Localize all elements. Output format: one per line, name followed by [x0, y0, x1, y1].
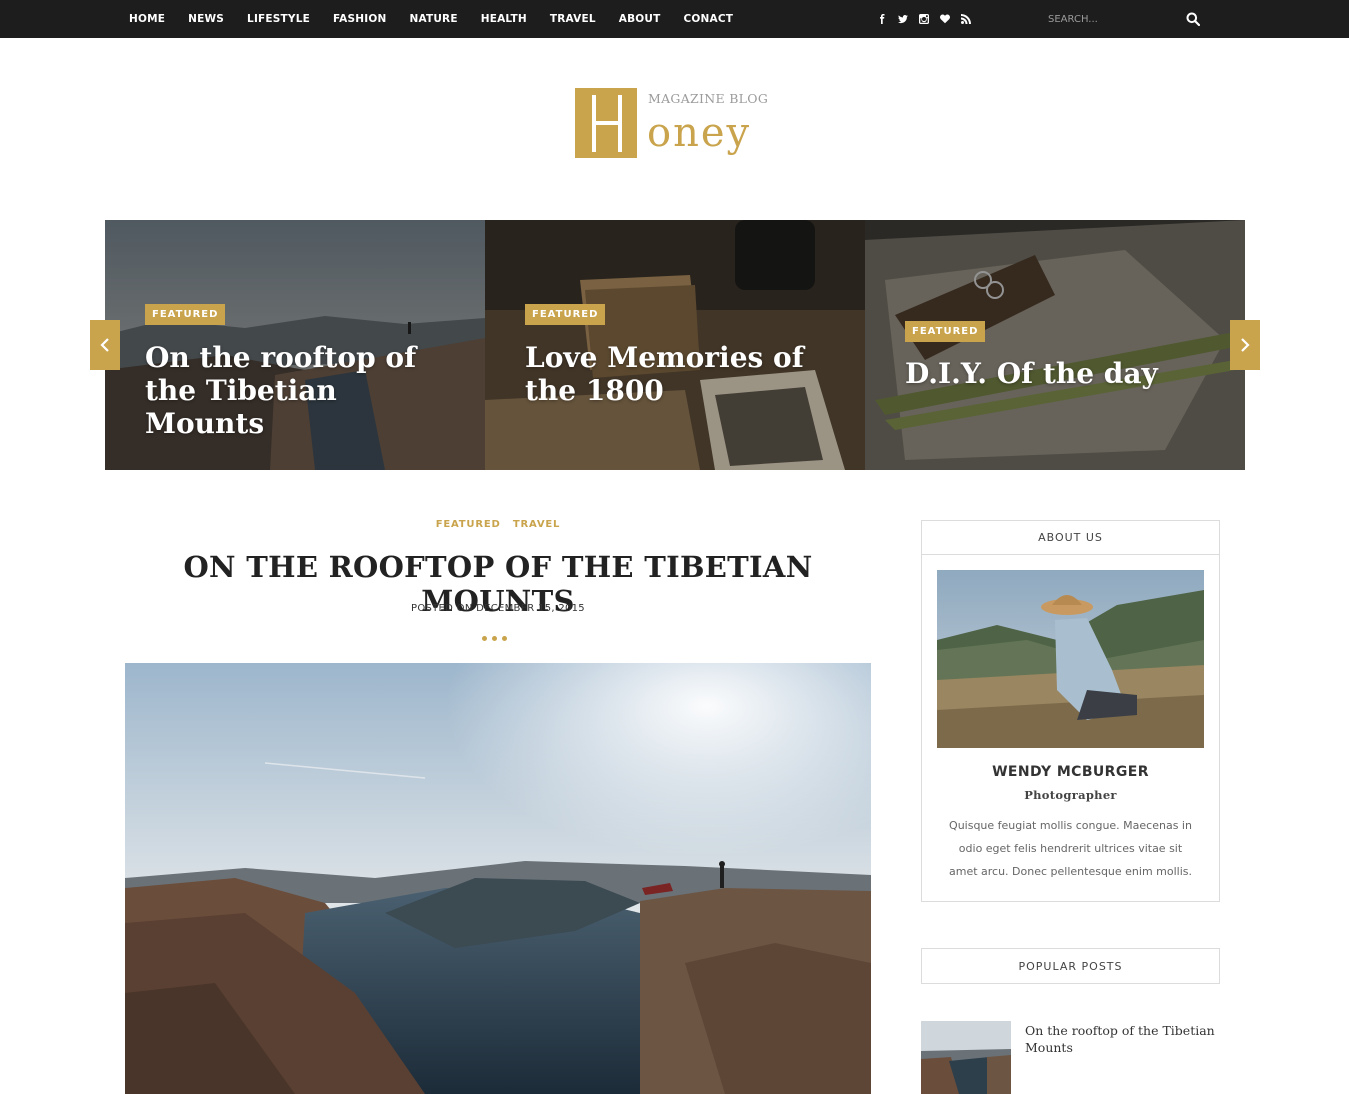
post-image-art	[125, 663, 871, 1094]
chevron-right-icon	[1241, 338, 1250, 352]
about-role: Photographer	[1024, 788, 1117, 802]
slide-1[interactable]: FEATURED On the rooftop of the Tibetian …	[105, 220, 485, 470]
about-heading: ABOUT US	[922, 521, 1219, 555]
heart-icon[interactable]	[939, 14, 950, 25]
nav-lifestyle[interactable]: LIFESTYLE	[247, 13, 310, 25]
post-separator	[482, 636, 512, 641]
slide-3-overlay	[865, 220, 1245, 470]
category-featured[interactable]: FEATURED	[436, 519, 501, 530]
nav-home[interactable]: HOME	[129, 13, 165, 25]
chevron-left-icon	[100, 338, 109, 352]
search-icon[interactable]	[1186, 12, 1200, 26]
logo-wordmark: oney	[647, 110, 752, 156]
nav-about[interactable]: ABOUT	[619, 13, 661, 25]
rss-icon[interactable]	[960, 14, 971, 25]
about-bio: Quisque feugiat mollis congue. Maecenas …	[948, 819, 1193, 878]
logo-tagline: MAGAZINE BLOG	[648, 91, 769, 106]
top-navigation-bar: HOME NEWS LIFESTYLE FASHION NATURE HEALT…	[0, 0, 1349, 38]
about-photo	[937, 570, 1204, 748]
search-input[interactable]	[1048, 13, 1178, 25]
slide-2-tag[interactable]: FEATURED	[525, 304, 606, 325]
site-logo[interactable]: MAGAZINE BLOG oney	[575, 88, 775, 168]
nav-health[interactable]: HEALTH	[481, 13, 527, 25]
facebook-icon[interactable]	[876, 14, 887, 25]
nav-news[interactable]: NEWS	[188, 13, 224, 25]
slider-next-button[interactable]	[1230, 320, 1260, 370]
post-date: POSTED ON DECEMBER 15, 2015	[411, 603, 585, 614]
nav-contact[interactable]: CONACT	[684, 13, 734, 25]
post-categories: FEATURED TRAVEL	[125, 519, 871, 530]
slide-3[interactable]: FEATURED D.I.Y. Of the day	[865, 220, 1245, 470]
category-travel[interactable]: TRAVEL	[513, 519, 560, 530]
slide-2[interactable]: FEATURED Love Memories of the 1800	[485, 220, 865, 470]
search-box	[1048, 0, 1200, 38]
social-links	[876, 0, 981, 38]
twitter-icon[interactable]	[897, 14, 908, 25]
main-menu: HOME NEWS LIFESTYLE FASHION NATURE HEALT…	[129, 0, 756, 38]
slide-1-tag[interactable]: FEATURED	[145, 304, 226, 325]
nav-travel[interactable]: TRAVEL	[550, 13, 596, 25]
slide-3-tag[interactable]: FEATURED	[905, 321, 986, 342]
post-featured-image[interactable]	[125, 663, 871, 1094]
slide-3-title[interactable]: D.I.Y. Of the day	[905, 357, 1225, 390]
logo-h-mark	[575, 88, 637, 158]
popular-post-title[interactable]: On the rooftop of the Tibetian Mounts	[1025, 1022, 1220, 1056]
slider-prev-button[interactable]	[90, 320, 120, 370]
about-name: WENDY MCBURGER	[992, 764, 1149, 780]
instagram-icon[interactable]	[918, 14, 929, 25]
about-widget: ABOUT US WENDY MCBURGER Photographer Qui…	[921, 520, 1220, 902]
nav-nature[interactable]: NATURE	[409, 13, 457, 25]
slide-1-title[interactable]: On the rooftop of the Tibetian Mounts	[145, 341, 465, 440]
popular-post-item[interactable]: On the rooftop of the Tibetian Mounts	[921, 1021, 1220, 1094]
featured-slider: FEATURED On the rooftop of the Tibetian …	[105, 220, 1245, 470]
popular-posts-heading: POPULAR POSTS	[1018, 959, 1123, 973]
slide-2-title[interactable]: Love Memories of the 1800	[525, 341, 845, 407]
popular-post-thumbnail[interactable]	[921, 1021, 1011, 1094]
popular-posts-widget: POPULAR POSTS	[921, 948, 1220, 984]
nav-fashion[interactable]: FASHION	[333, 13, 386, 25]
